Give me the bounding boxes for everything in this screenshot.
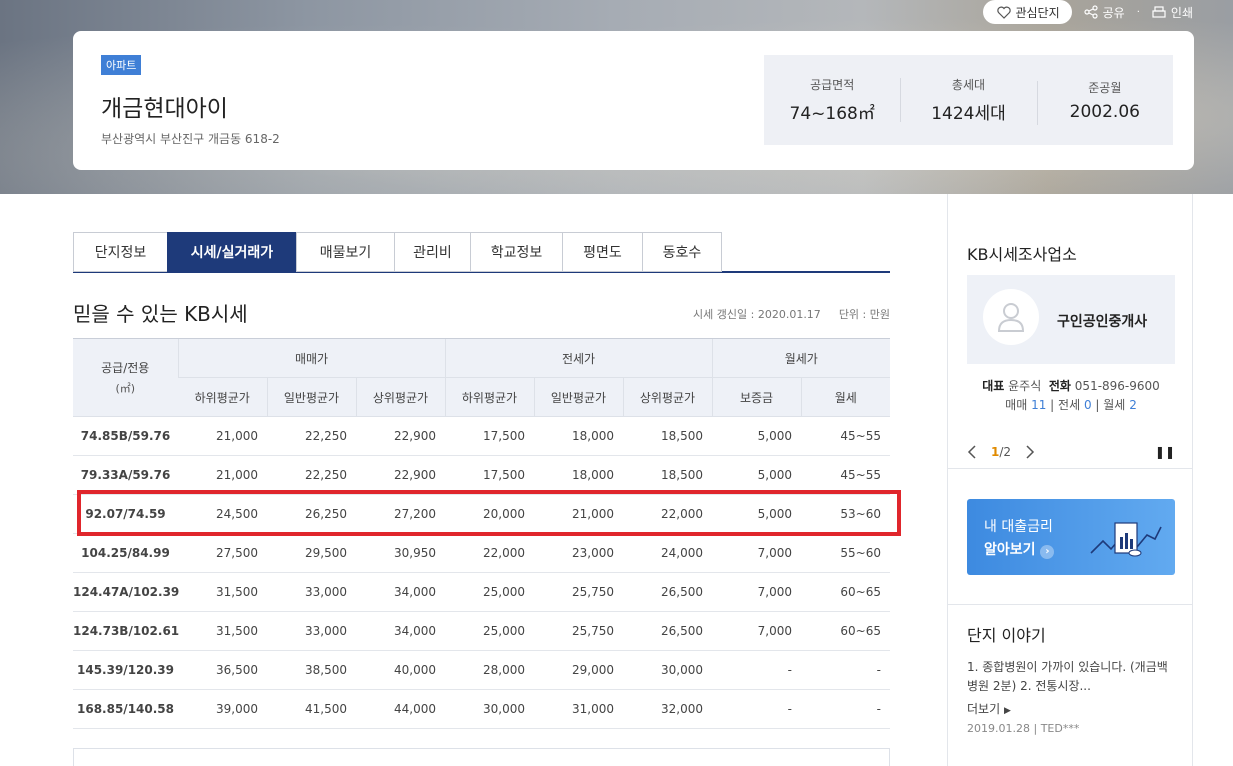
agent-name: 구인공인중개사 (1057, 314, 1148, 330)
subheader: 하위평균가 (178, 377, 267, 417)
subheader: 월세 (800, 377, 890, 417)
top-actions: 관심단지 공유 · 인쇄 (983, 0, 1193, 24)
agent-pager: 1/2 ❚❚ (967, 442, 1175, 462)
agency-title: KB시세조사업소 (967, 245, 1077, 264)
agent-info: 대표 윤주식 전화 051-896-9600 매매 11 | 전세 0 | 월세… (982, 379, 1160, 412)
agent-phone: 051-896-9600 (1074, 379, 1160, 393)
table-row: 168.85/140.58 39,000 41,500 44,000 30,000 31,… (73, 689, 890, 729)
price-meta: 시세 갱신일 : 2020.01.17 단위 : 만원 (693, 306, 890, 322)
bottom-panel (73, 748, 890, 766)
section-title: 믿을 수 있는 KB시세 (73, 302, 248, 326)
share-icon (1084, 5, 1098, 19)
share-button[interactable]: 공유 (1084, 4, 1125, 21)
price-rows: 74.85B/59.76 21,000 22,250 22,900 17,500 18,0… (73, 416, 890, 729)
chart-document-icon (1090, 522, 1162, 557)
subheader: 하위평균가 (444, 377, 534, 417)
separator-dot: · (1136, 6, 1140, 18)
table-row: 124.47A/102.39 31,500 33,000 34,000 25,000 25… (73, 572, 890, 612)
heart-icon (997, 6, 1012, 19)
subheader: 상위평균가 (355, 377, 445, 417)
area-header: 공급/전용 (㎡) (73, 338, 178, 417)
tab-listings[interactable]: 매물보기 (296, 232, 394, 272)
stat-supply-area: 공급면적 74~168㎡ (789, 78, 875, 124)
complex-tabs: 단지정보 시세/실거래가 매물보기 관리비 학교정보 평면도 동호수 (73, 232, 890, 273)
caret-right-icon: ▶ (1003, 706, 1011, 716)
avatar (983, 289, 1039, 345)
table-row: 79.33A/59.76 21,000 22,250 22,900 17,500 18,0… (73, 455, 890, 495)
divider (948, 468, 1192, 469)
group-sale: 매매가 (177, 338, 445, 378)
subheader: 보증금 (711, 377, 801, 417)
complex-name: 개금현대아이 (101, 96, 228, 122)
complex-address: 부산광역시 부산진구 개금동 618-2 (101, 132, 280, 146)
print-button[interactable]: 인쇄 (1152, 4, 1193, 21)
complex-story-title: 단지 이야기 (967, 626, 1046, 645)
type-badge: 아파트 (101, 55, 142, 75)
update-date: 시세 갱신일 : 2020.01.17 (693, 308, 821, 321)
tab-school[interactable]: 학교정보 (470, 232, 562, 272)
chevron-left-icon[interactable] (967, 445, 977, 459)
sale-count[interactable]: 11 (1031, 398, 1046, 412)
complex-story-text[interactable]: 1. 종합병원이 가까이 있습니다. (개금백병원 2분) 2. 전통시장... (967, 658, 1177, 696)
more-link[interactable]: 더보기 ▶ (967, 700, 1011, 717)
group-monthly: 월세가 (711, 338, 890, 378)
table-row: 104.25/84.99 27,500 29,500 30,950 22,000 23,0… (73, 533, 890, 573)
story-meta: 2019.01.28 | TED*** (967, 722, 1080, 735)
printer-icon (1152, 5, 1166, 18)
pause-icon[interactable]: ❚❚ (1155, 445, 1175, 459)
loan-line1: 내 대출금리 (984, 519, 1053, 535)
favorite-label: 관심단지 (1015, 5, 1060, 20)
tab-unit[interactable]: 동호수 (642, 232, 722, 272)
subheader: 일반평균가 (266, 377, 356, 417)
tab-maintenance[interactable]: 관리비 (394, 232, 470, 272)
tab-floorplan[interactable]: 평면도 (562, 232, 642, 272)
agent-card[interactable]: 구인공인중개사 (967, 275, 1175, 364)
table-row: 145.39/120.39 36,500 38,500 40,000 28,000 29,… (73, 650, 890, 690)
complex-stats: 공급면적 74~168㎡ 총세대 1424세대 준공월 2002.06 (764, 55, 1173, 145)
loan-line2: 알아보기 › (984, 539, 1055, 559)
complex-summary-card: 아파트 개금현대아이 부산광역시 부산진구 개금동 618-2 공급면적 74~… (73, 31, 1194, 170)
share-label: 공유 (1102, 5, 1125, 20)
group-jeonse: 전세가 (444, 338, 712, 378)
divider (948, 604, 1192, 605)
table-row: 74.85B/59.76 21,000 22,250 22,900 17,500 18,0… (73, 416, 890, 456)
stat-completion: 준공월 2002.06 (1036, 79, 1173, 125)
subheader: 상위평균가 (622, 377, 712, 417)
user-icon (997, 303, 1025, 332)
print-label: 인쇄 (1170, 5, 1193, 20)
tab-complex-info[interactable]: 단지정보 (73, 232, 167, 272)
price-table: 공급/전용 (㎡) 매매가 전세가 월세가 하위평균가 일반평균가 상위평균가 … (73, 338, 890, 729)
page-indicator: 1/2 (991, 445, 1012, 459)
loan-rate-banner[interactable]: 내 대출금리 알아보기 › (967, 499, 1175, 575)
tab-price[interactable]: 시세/실거래가 (167, 232, 296, 272)
monthly-count[interactable]: 2 (1129, 398, 1137, 412)
favorite-button[interactable]: 관심단지 (983, 0, 1072, 24)
rep-name: 윤주식 (1008, 379, 1042, 393)
arrow-circle-icon: › (1040, 545, 1055, 559)
stat-households: 총세대 1424세대 (900, 76, 1036, 124)
table-row-highlighted: 92.07/74.59 24,500 26,250 27,200 20,000 21,00… (73, 494, 890, 534)
jeonse-count[interactable]: 0 (1084, 398, 1092, 412)
subheader: 일반평균가 (533, 377, 623, 417)
table-row: 124.73B/102.61 31,500 33,000 34,000 25,000 25… (73, 611, 890, 651)
price-unit: 단위 : 만원 (838, 308, 890, 321)
chevron-right-icon[interactable] (1025, 445, 1035, 459)
sidebar: KB시세조사업소 구인공인중개사 대표 윤주식 전화 051-896-9600 … (947, 194, 1193, 766)
